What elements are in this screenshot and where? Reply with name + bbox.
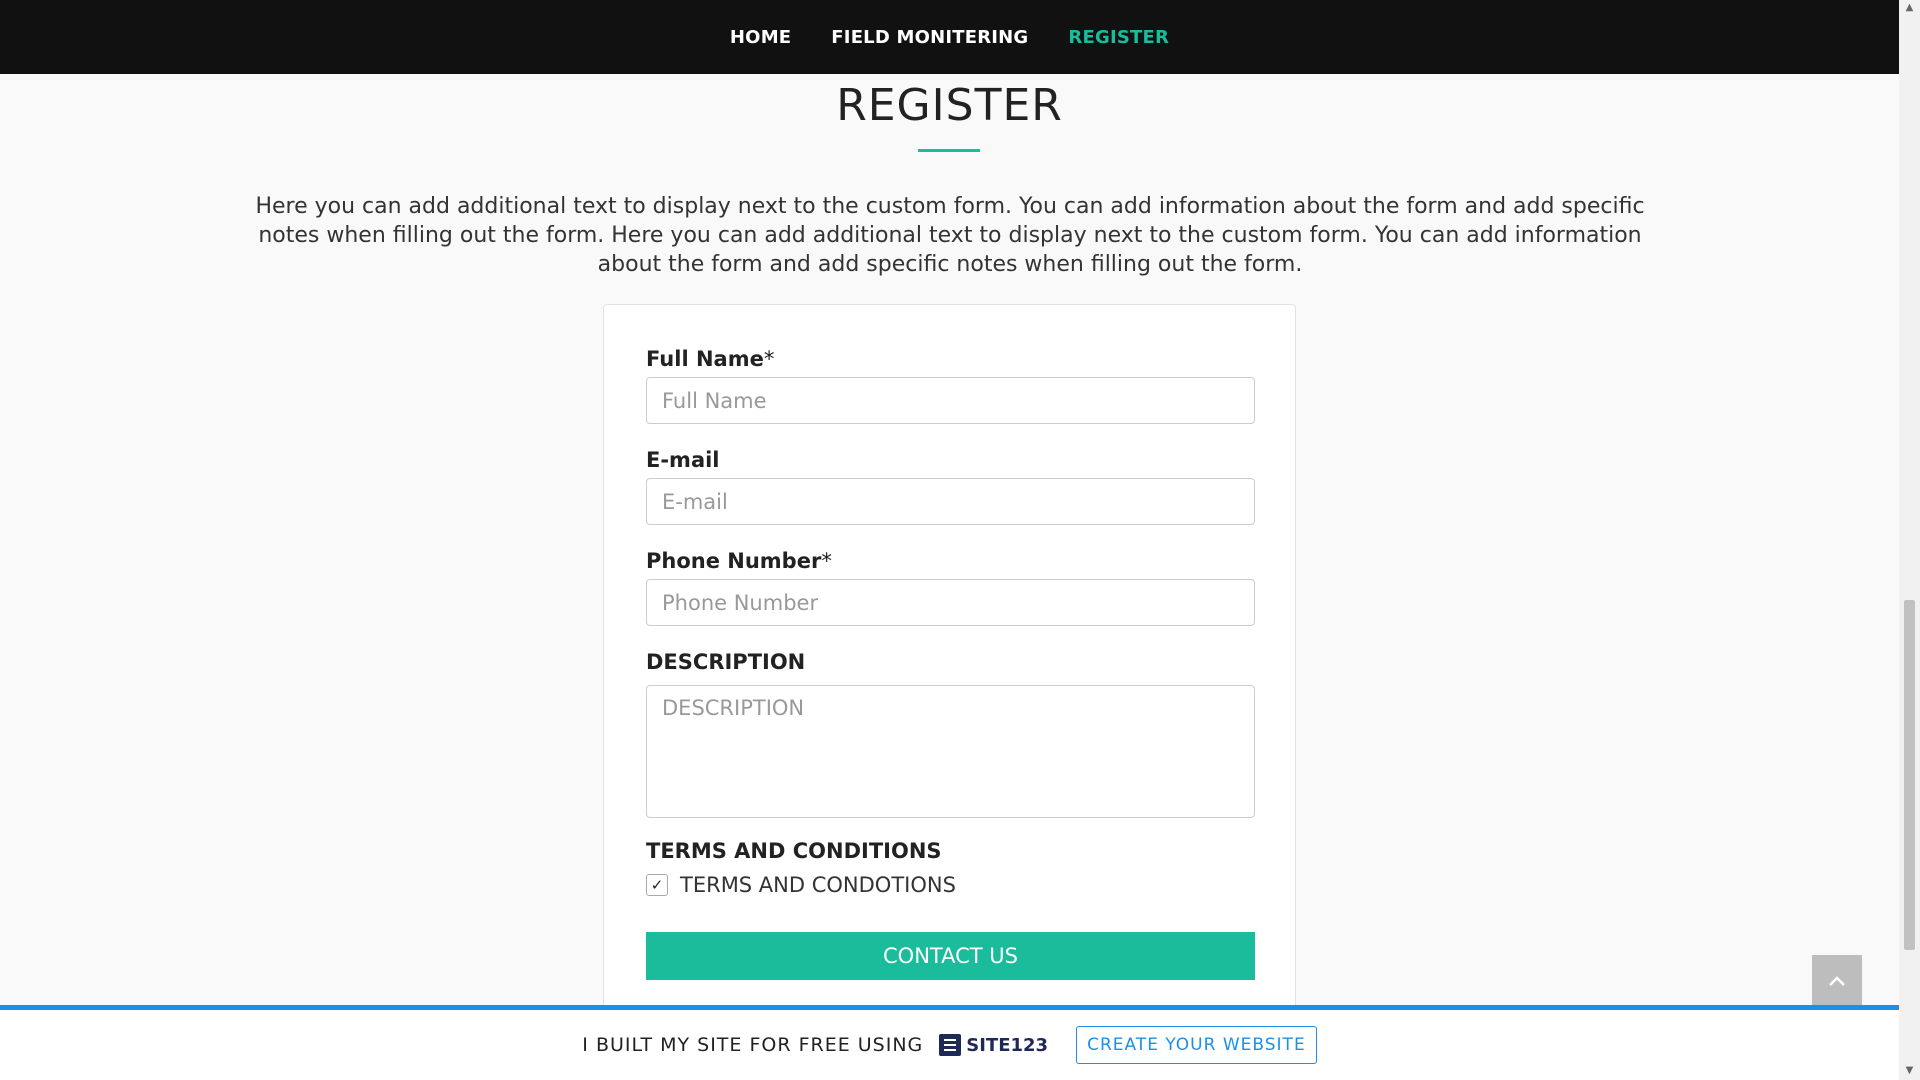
terms-heading: TERMS AND CONDITIONS: [646, 839, 942, 863]
top-navbar: HOME FIELD MONITERING REGISTER: [0, 0, 1899, 74]
nav-register-link[interactable]: REGISTER: [1068, 27, 1169, 48]
nav-home-link[interactable]: HOME: [730, 27, 791, 48]
email-input[interactable]: [646, 478, 1255, 525]
site123-brand[interactable]: SITE123: [939, 1034, 1048, 1056]
scroll-up-arrow-icon[interactable]: ▲: [1899, 2, 1920, 13]
terms-checkbox-label[interactable]: TERMS AND CONDOTIONS: [680, 873, 956, 897]
email-label-text: E-mail: [646, 448, 720, 472]
full-name-required-mark: *: [763, 347, 775, 371]
scrollbar-thumb[interactable]: [1904, 600, 1915, 950]
page-title: REGISTER: [836, 80, 1063, 131]
description-label-text: DESCRIPTION: [646, 650, 806, 674]
checkmark-icon: ✓: [650, 876, 664, 894]
site123-logo-icon: [939, 1034, 962, 1056]
email-label: E-mail: [646, 448, 720, 472]
terms-checkbox[interactable]: ✓: [646, 874, 668, 896]
phone-label-text: Phone Number: [646, 549, 822, 573]
vertical-scrollbar[interactable]: ▲ ▼: [1899, 0, 1920, 1080]
register-form-card: Full Name* E-mail Phone Number* DESCRIPT…: [603, 304, 1296, 1024]
back-to-top-button[interactable]: [1812, 955, 1862, 1005]
phone-required-mark: *: [821, 549, 832, 573]
footer-promo-bar: I BUILT MY SITE FOR FREE USING SITE123 C…: [0, 1005, 1899, 1080]
intro-text: Here you can add additional text to disp…: [255, 194, 1645, 277]
site123-brand-text: SITE123: [966, 1034, 1049, 1056]
create-website-button[interactable]: CREATE YOUR WEBSITE: [1076, 1026, 1317, 1064]
contact-us-button[interactable]: CONTACT US: [646, 932, 1255, 980]
full-name-input[interactable]: [646, 377, 1255, 424]
description-textarea[interactable]: [646, 685, 1255, 818]
chevron-up-icon: [1828, 968, 1846, 993]
full-name-label: Full Name*: [646, 347, 774, 371]
description-label: DESCRIPTION: [646, 650, 805, 674]
phone-label: Phone Number*: [646, 549, 832, 573]
terms-row: ✓ TERMS AND CONDOTIONS: [646, 873, 956, 897]
phone-input[interactable]: [646, 579, 1255, 626]
footer-promo-text: I BUILT MY SITE FOR FREE USING: [582, 1034, 924, 1056]
nav-field-monitering-link[interactable]: FIELD MONITERING: [831, 27, 1028, 48]
full-name-label-text: Full Name: [646, 347, 764, 371]
title-divider: [918, 149, 980, 152]
scroll-down-arrow-icon[interactable]: ▼: [1899, 1065, 1920, 1076]
